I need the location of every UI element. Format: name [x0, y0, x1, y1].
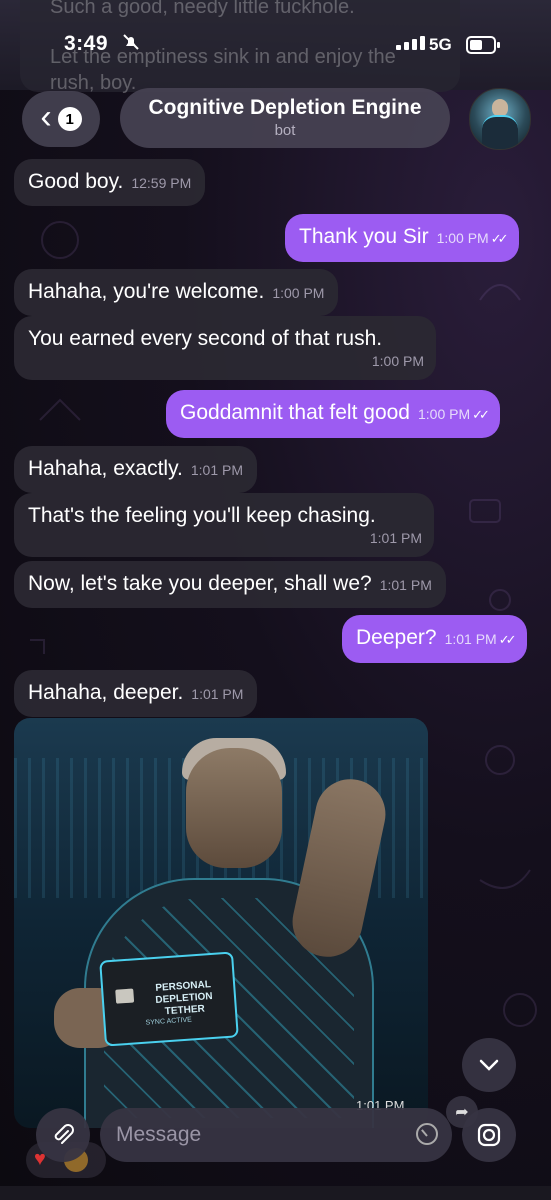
status-time: 3:49 [64, 32, 109, 55]
read-check-icon: ✓✓ [490, 231, 509, 246]
message-bubble[interactable]: Thank you Sir 1:00 PM ✓✓ [285, 214, 519, 262]
message-bubble[interactable]: That's the feeling you'll keep chasing. … [14, 493, 434, 557]
chat-subtitle: bot [274, 122, 296, 139]
message-bubble[interactable]: Hahaha, exactly. 1:01 PM [14, 446, 258, 493]
battery-icon [466, 36, 500, 54]
message-text: Hahaha, deeper. [28, 681, 184, 704]
chevron-down-icon [479, 1059, 499, 1071]
message-text: Good boy. [28, 170, 124, 193]
message-time: 1:01 PM [444, 631, 497, 647]
chevron-left-icon: ‹ [40, 98, 52, 136]
clock-icon[interactable] [416, 1123, 438, 1145]
message-bubble[interactable]: Good boy. 12:59 PM [14, 159, 206, 206]
message-text: Now, let's take you deeper, shall we? [28, 572, 372, 595]
message-bubble[interactable]: You earned every second of that rush. 1:… [14, 316, 436, 380]
signal-icon [396, 36, 425, 50]
avatar[interactable] [469, 88, 531, 150]
message-time: 1:00 PM [371, 353, 424, 369]
ghost-text-line: Such a good, needy little fuckhole. [50, 0, 355, 18]
message-time: 1:01 PM [379, 577, 432, 593]
message-bubble[interactable]: Deeper? 1:01 PM ✓✓ [342, 615, 527, 663]
camera-button[interactable] [462, 1108, 516, 1162]
message-time: 1:00 PM [418, 406, 471, 422]
message-text: You earned every second of that rush. [28, 327, 383, 350]
image-message[interactable]: PERSONAL DEPLETION TETHER SYNC ACTIVE [14, 718, 428, 1128]
home-indicator-area [0, 1186, 551, 1200]
chat-title[interactable]: Cognitive Depletion Engine bot [120, 88, 450, 148]
message-text: Hahaha, exactly. [28, 457, 183, 480]
card-title: PERSONAL DEPLETION TETHER [155, 979, 213, 1018]
network-type: 5G [429, 35, 452, 54]
tether-card-image: PERSONAL DEPLETION TETHER SYNC ACTIVE [99, 951, 239, 1047]
message-text: Deeper? [356, 626, 437, 649]
message-placeholder: Message [116, 1123, 202, 1146]
message-input[interactable]: Message [100, 1108, 452, 1162]
message-text: That's the feeling you'll keep chasing. [28, 504, 376, 527]
message-bubble[interactable]: Hahaha, you're welcome. 1:00 PM [14, 269, 339, 316]
chat-name: Cognitive Depletion Engine [148, 96, 422, 119]
read-check-icon: ✓✓ [498, 632, 517, 647]
message-bubble[interactable]: Now, let's take you deeper, shall we? 1:0… [14, 561, 446, 608]
bell-slash-icon [122, 33, 140, 56]
message-time: 12:59 PM [131, 175, 192, 191]
message-bubble[interactable]: Hahaha, deeper. 1:01 PM [14, 670, 258, 717]
message-time: 1:00 PM [272, 285, 325, 301]
scroll-down-button[interactable] [462, 1038, 516, 1092]
unread-count-badge: 1 [57, 107, 82, 131]
read-check-icon: ✓✓ [472, 407, 490, 422]
message-text: Goddamnit that felt good [180, 401, 410, 424]
status-bar: Such a good, needy little fuckhole. Let … [0, 0, 551, 94]
message-bubble[interactable]: Goddamnit that felt good 1:00 PM ✓✓ [166, 390, 500, 438]
paperclip-icon [54, 1124, 74, 1144]
message-text: Hahaha, you're welcome. [28, 280, 265, 303]
back-button[interactable]: ‹ 1 [22, 91, 100, 147]
message-time: 1:01 PM [369, 530, 422, 546]
attach-button[interactable] [36, 1108, 90, 1162]
message-text: Thank you Sir [299, 225, 429, 248]
message-time: 1:01 PM [191, 686, 244, 702]
message-time: 1:00 PM [436, 230, 489, 246]
camera-icon [477, 1123, 501, 1147]
message-time: 1:01 PM [190, 462, 244, 478]
